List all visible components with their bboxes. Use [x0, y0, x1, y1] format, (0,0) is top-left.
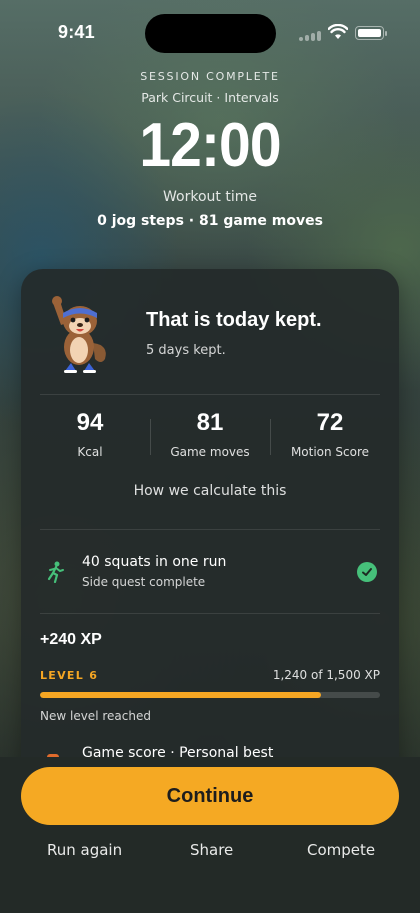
continue-button[interactable]: Continue — [21, 767, 399, 825]
running-figure-icon — [47, 561, 64, 583]
how-we-calculate-link[interactable]: How we calculate this — [21, 483, 399, 499]
check-circle-icon — [357, 562, 377, 582]
dynamic-island — [145, 14, 276, 53]
stat-value: 72 — [316, 409, 344, 436]
divider — [40, 529, 380, 530]
quest-subtitle: Side quest complete — [82, 575, 206, 589]
divider — [40, 394, 380, 395]
stat-value: 81 — [196, 409, 224, 436]
compete-button[interactable]: Compete — [307, 841, 375, 859]
xp-progress-bar — [40, 692, 380, 698]
new-level-note: New level reached — [40, 709, 151, 723]
streak-title: That is today kept. — [146, 309, 322, 331]
stat-value: 94 — [76, 409, 104, 436]
session-eyebrow: SESSION COMPLETE — [140, 70, 280, 83]
session-summary: 0 jog steps · 81 game moves — [97, 213, 323, 229]
cellular-signal-icon — [299, 29, 321, 41]
divider — [40, 613, 380, 614]
status-bar: 9:41 — [0, 0, 420, 60]
battery-icon — [355, 26, 387, 40]
stat-kcal: 94 Kcal — [30, 409, 150, 469]
stat-label: Game moves — [170, 445, 250, 459]
run-again-button[interactable]: Run again — [47, 841, 122, 859]
workout-duration: 12:00 — [139, 111, 281, 180]
xp-progress-fill — [40, 692, 322, 698]
level-label: LEVEL 6 — [40, 669, 99, 682]
wifi-icon — [328, 24, 348, 39]
stat-label: Kcal — [77, 445, 103, 459]
session-header: SESSION COMPLETE Park Circuit · Interval… — [0, 70, 420, 229]
xp-progress-text: 1,240 of 1,500 XP — [272, 668, 380, 682]
workout-duration-label: Workout time — [163, 189, 257, 205]
stat-game-moves: 81 Game moves — [150, 409, 270, 469]
stats-row: 94 Kcal 81 Game moves 72 Motion Score — [30, 409, 390, 469]
quest-title: 40 squats in one run — [82, 554, 227, 570]
session-subtitle: Park Circuit · Intervals — [141, 90, 279, 105]
secondary-actions: Run again Share Compete — [0, 841, 420, 863]
xp-gain: +240 XP — [40, 631, 102, 648]
stat-label: Motion Score — [290, 445, 370, 459]
status-time: 9:41 — [58, 22, 95, 42]
bottom-action-sheet: Continue Run again Share Compete — [0, 757, 420, 913]
share-button[interactable]: Share — [190, 841, 233, 859]
otter-mascot-icon — [52, 296, 106, 373]
streak-subtitle: 5 days kept. — [146, 343, 226, 358]
stat-motion-score: 72 Motion Score — [270, 409, 390, 469]
